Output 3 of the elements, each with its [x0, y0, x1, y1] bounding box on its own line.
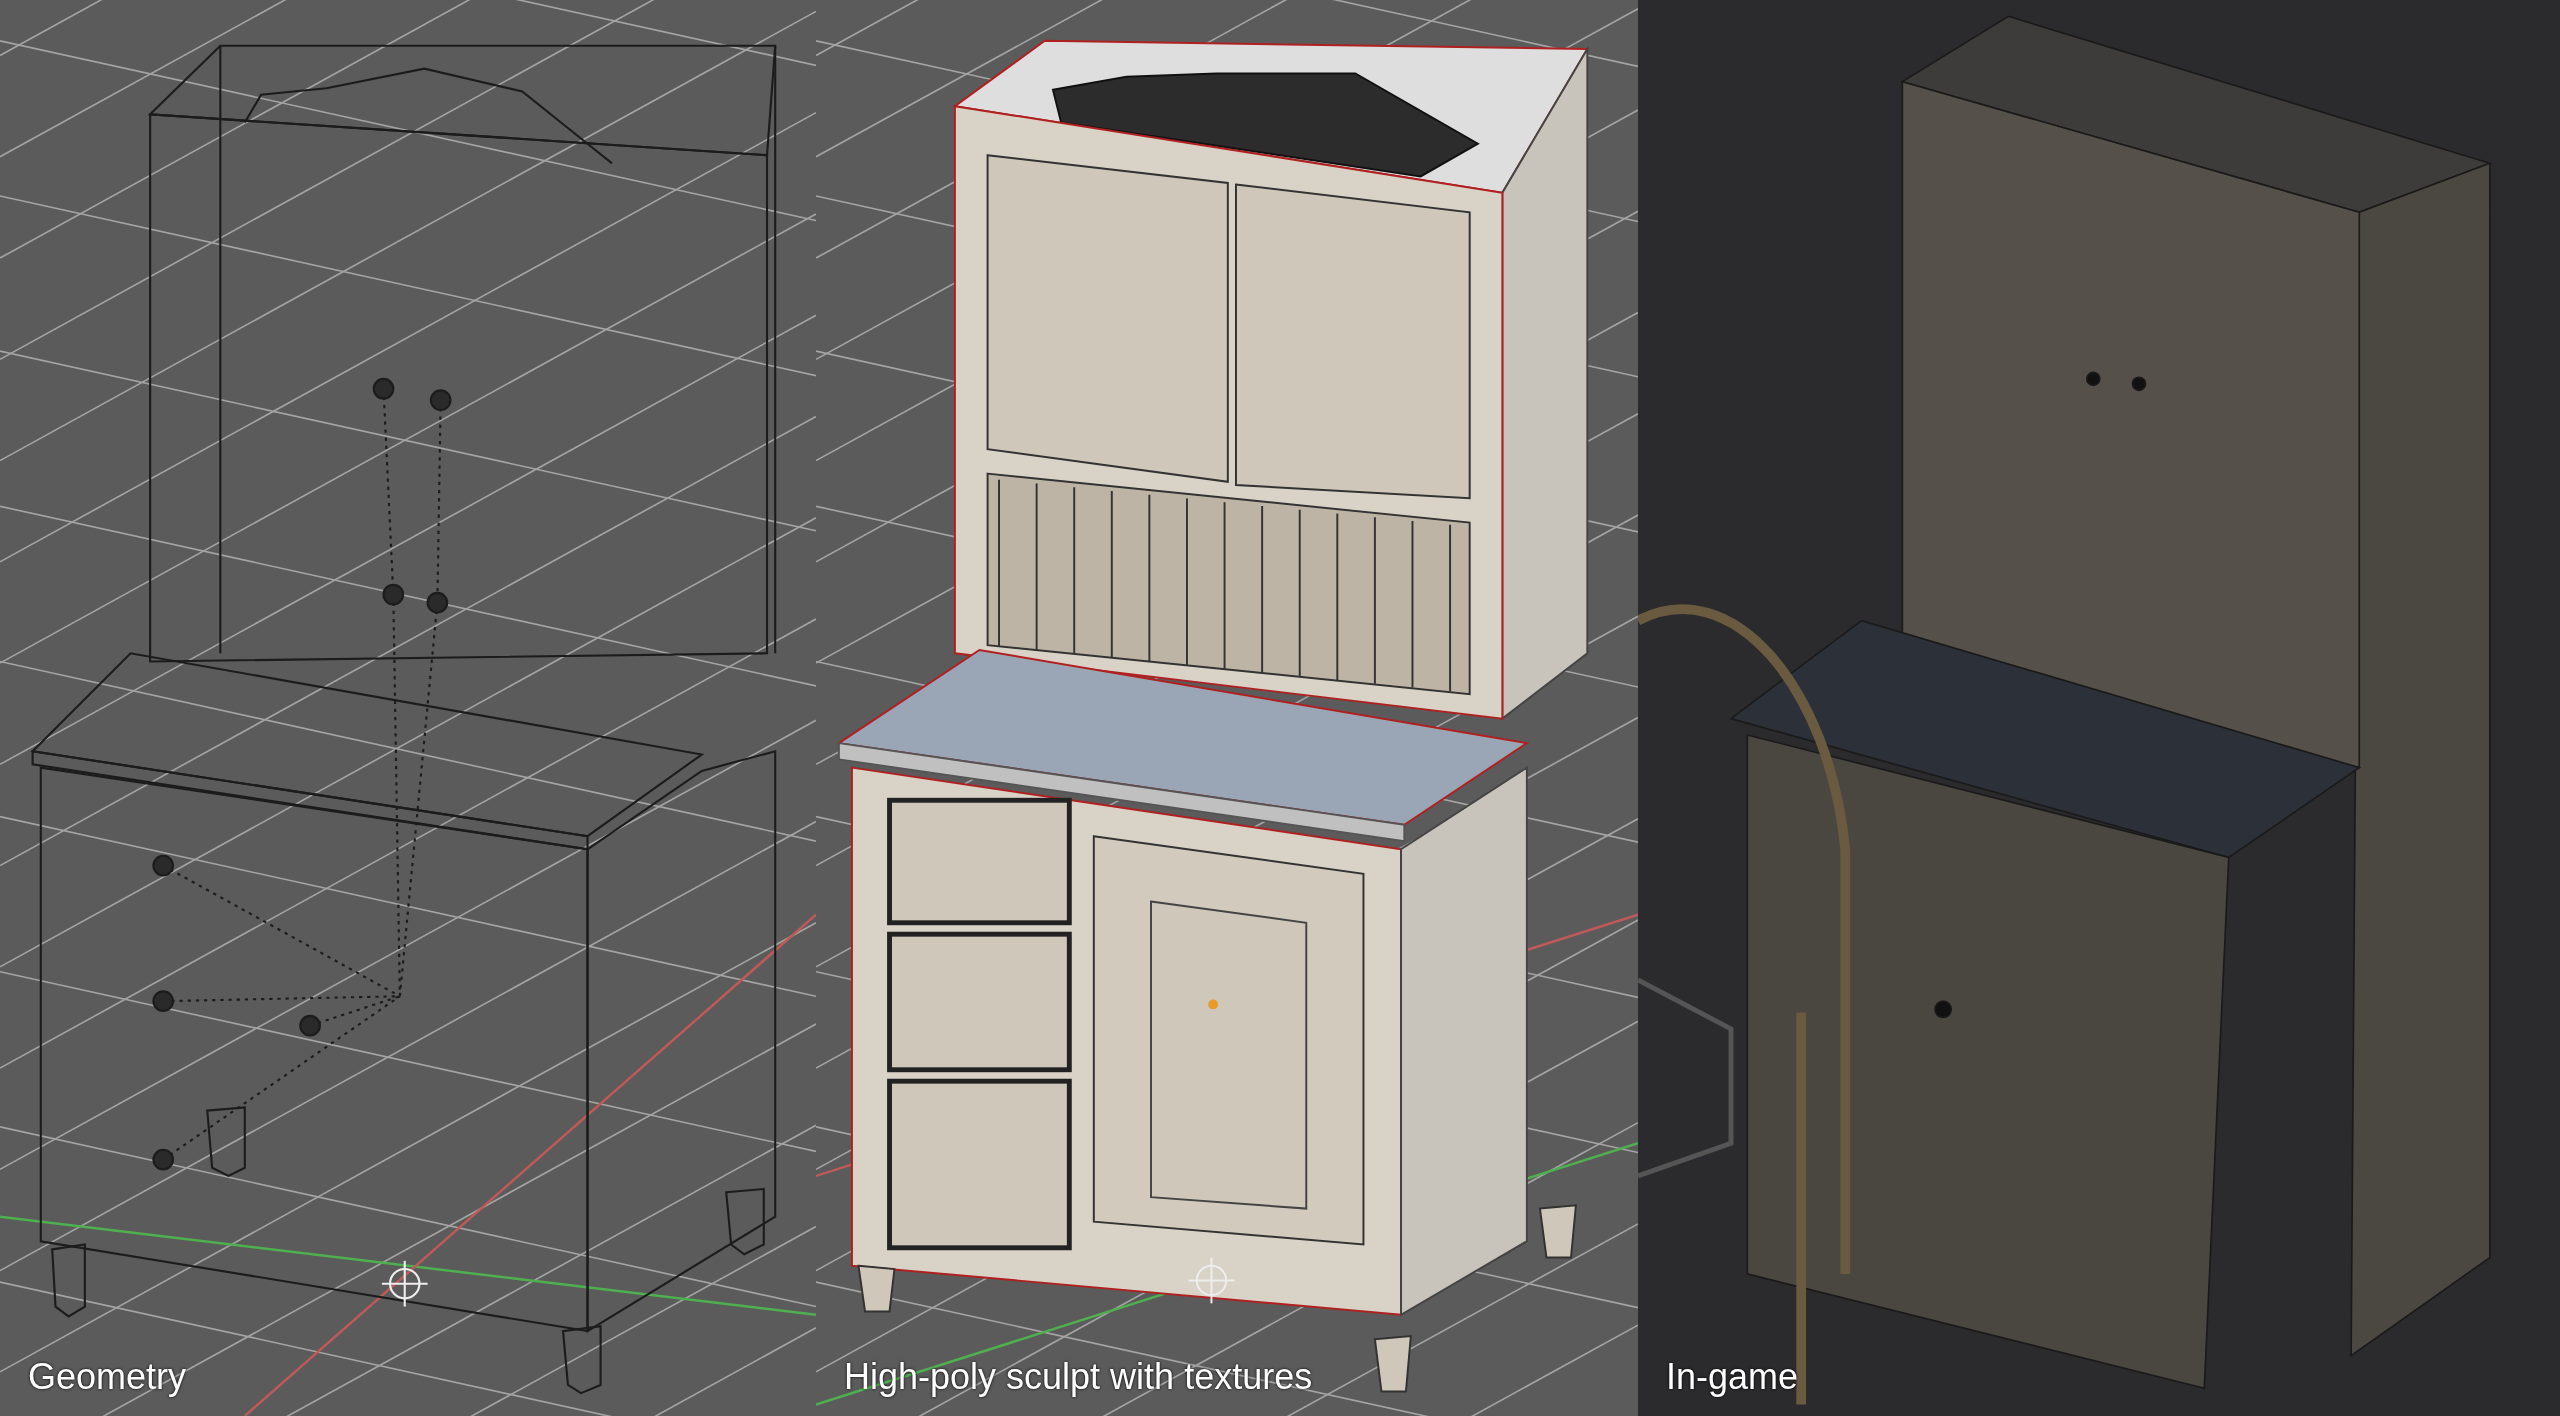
caption: In-game [1666, 1356, 1799, 1398]
caption: High-poly sculpt with textures [844, 1356, 1313, 1398]
caption: Geometry [28, 1356, 187, 1398]
